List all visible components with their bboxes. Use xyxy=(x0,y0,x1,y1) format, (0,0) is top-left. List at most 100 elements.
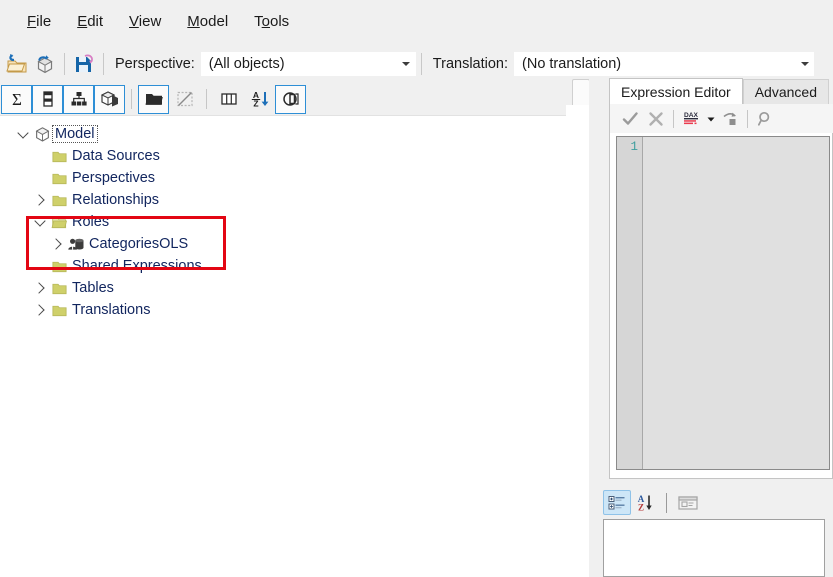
tree-label-tables: Tables xyxy=(72,280,114,296)
tree-node-tables[interactable]: Tables xyxy=(0,277,587,299)
tree-node-perspectives[interactable]: Perspectives xyxy=(0,167,587,189)
translation-dropdown[interactable]: (No translation) xyxy=(514,51,815,76)
tree-label-relationships: Relationships xyxy=(72,192,160,208)
tree-node-model[interactable]: Model xyxy=(0,123,587,145)
menu-item-tools[interactable]: Tools xyxy=(241,9,302,34)
accept-edit-icon[interactable] xyxy=(617,106,643,131)
tab-expression-editor-label: Expression Editor xyxy=(621,83,731,100)
perspective-label: Perspective: xyxy=(115,55,195,72)
menu-model-accel: M xyxy=(187,13,200,30)
columns-icon[interactable] xyxy=(32,84,63,114)
tree-label-shared-expressions: Shared Expressions xyxy=(72,258,202,274)
tree-label-categoriesols: CategoriesOLS xyxy=(89,236,189,252)
categorized-view-icon[interactable] xyxy=(603,490,631,515)
folder-icon-5 xyxy=(48,277,70,299)
editor-toolbar: DAX xyxy=(610,104,833,133)
folder-icon xyxy=(48,145,70,167)
toolbar2-separator xyxy=(131,89,132,109)
menu-item-model[interactable]: Model xyxy=(174,9,241,34)
menu-view-accel: V xyxy=(129,13,139,30)
sort-alphabetically-icon[interactable]: A Z xyxy=(244,85,275,114)
editor-frame: DAX 1 xyxy=(609,104,833,479)
open-model-icon[interactable] xyxy=(3,50,31,78)
chevron-down-icon[interactable] xyxy=(398,53,415,75)
connect-model-icon[interactable] xyxy=(31,50,59,78)
dax-code-editor[interactable]: 1 xyxy=(616,136,830,470)
cancel-edit-icon[interactable] xyxy=(643,106,669,131)
properties-toolbar-separator xyxy=(666,492,667,513)
toolbar-separator xyxy=(64,52,65,75)
alphabetical-sort-icon[interactable]: A Z xyxy=(631,490,659,515)
menu-edit-accel: E xyxy=(77,13,88,30)
expander-down-icon-2[interactable] xyxy=(31,211,48,233)
line-number-1: 1 xyxy=(630,140,638,154)
measures-icon[interactable]: Σ xyxy=(1,84,32,114)
translation-label: Translation: xyxy=(432,55,509,72)
tree-node-relationships[interactable]: Relationships xyxy=(0,189,587,211)
role-icon xyxy=(65,233,87,255)
menu-edit-post: dit xyxy=(87,13,104,30)
expander-right-icon[interactable] xyxy=(31,189,48,211)
all-object-types-icon[interactable] xyxy=(213,85,244,114)
folder-icon-4 xyxy=(48,255,70,277)
perspective-value: (All objects) xyxy=(208,55,285,72)
pane-gap xyxy=(566,105,590,577)
display-folders-icon[interactable] xyxy=(138,84,169,114)
hierarchies-icon[interactable] xyxy=(63,84,94,114)
tree-label-translations: Translations xyxy=(72,302,151,318)
translation-value: (No translation) xyxy=(522,55,622,72)
svg-text:Σ: Σ xyxy=(12,90,22,109)
search-icon[interactable] xyxy=(752,106,778,131)
tree-node-data-sources[interactable]: Data Sources xyxy=(0,145,587,167)
hidden-objects-icon[interactable] xyxy=(169,85,200,114)
property-pages-icon[interactable] xyxy=(674,490,702,515)
tree-label-perspectives: Perspectives xyxy=(72,170,156,186)
code-gutter: 1 xyxy=(617,137,643,469)
menu-tools-post: ols xyxy=(270,13,290,30)
menu-file-post: ile xyxy=(36,13,52,30)
tab-expression-editor[interactable]: Expression Editor xyxy=(609,78,743,104)
tree-node-roles[interactable]: Roles xyxy=(0,211,587,233)
tree-node-categoriesols[interactable]: CategoriesOLS xyxy=(0,233,587,255)
properties-toolbar: A Z xyxy=(603,488,833,517)
toolbar-separator-2 xyxy=(103,52,104,75)
expander-down-icon[interactable] xyxy=(14,123,31,145)
expander-right-icon-3[interactable] xyxy=(31,277,48,299)
tree-node-shared-expressions[interactable]: Shared Expressions xyxy=(0,255,587,277)
tab-advanced-label: Advanced xyxy=(754,84,817,100)
toolbar-separator-3 xyxy=(420,52,422,75)
toolbar2-separator-2 xyxy=(206,89,207,109)
svg-text:Z: Z xyxy=(638,502,644,512)
menu-item-edit[interactable]: Edit xyxy=(64,9,116,34)
menu-bar: File Edit View Model Tools xyxy=(0,0,833,44)
tab-advanced[interactable]: Advanced xyxy=(742,79,829,104)
tree-node-translations[interactable]: Translations xyxy=(0,299,587,321)
expander-right-icon-4[interactable] xyxy=(31,299,48,321)
menu-item-file[interactable]: File xyxy=(14,9,64,34)
menu-model-post: odel xyxy=(199,13,229,30)
filter-icon[interactable] xyxy=(275,84,306,114)
editor-toolbar-separator-2 xyxy=(747,109,748,128)
menu-tools-accel: o xyxy=(261,13,270,30)
tree-label-model: Model xyxy=(52,125,98,143)
expander-right-icon-2[interactable] xyxy=(48,233,65,255)
folder-icon-6 xyxy=(48,299,70,321)
dax-format-dropdown-icon[interactable] xyxy=(704,106,717,131)
partitions-icon[interactable] xyxy=(94,84,125,114)
pane-tab-stub[interactable] xyxy=(572,79,590,105)
chevron-down-icon-2[interactable] xyxy=(796,53,813,75)
perspective-dropdown[interactable]: (All objects) xyxy=(200,51,416,76)
model-cube-icon xyxy=(31,123,53,145)
svg-text:DAX: DAX xyxy=(684,112,699,119)
properties-grid[interactable] xyxy=(603,519,825,577)
menu-view-post: iew xyxy=(138,13,162,30)
model-tree-panel[interactable]: Model Data Sources Perspectives Relation… xyxy=(0,116,588,577)
save-model-icon[interactable] xyxy=(70,50,98,78)
goto-object-icon[interactable] xyxy=(717,106,743,131)
tree-label-data-sources: Data Sources xyxy=(72,148,160,164)
code-text-area[interactable] xyxy=(643,137,829,469)
editor-toolbar-separator xyxy=(673,109,674,128)
folder-icon-3 xyxy=(48,189,70,211)
menu-item-view[interactable]: View xyxy=(116,9,174,34)
dax-formatter-icon[interactable]: DAX xyxy=(678,106,704,131)
